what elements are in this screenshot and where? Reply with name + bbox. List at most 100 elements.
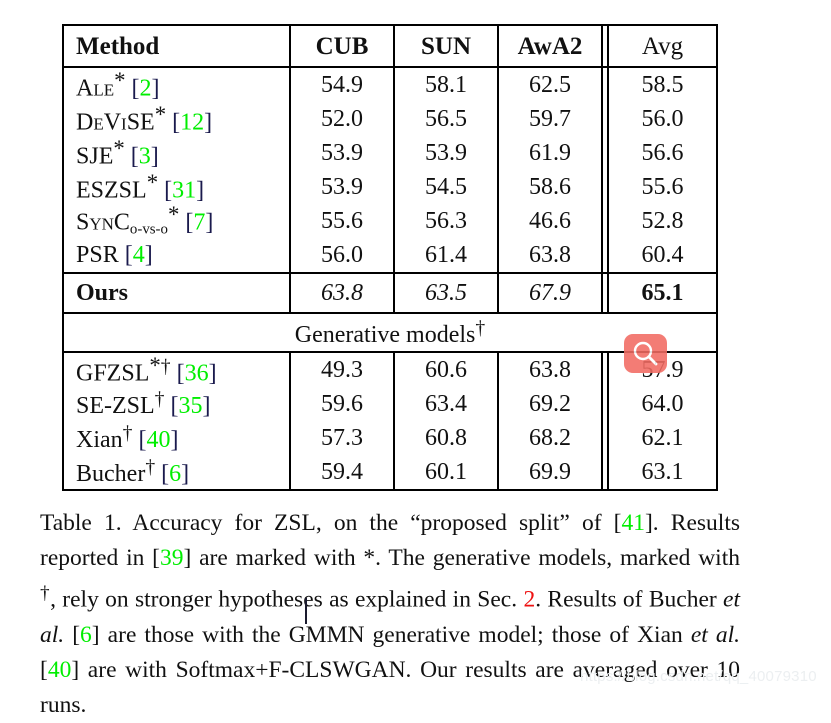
caption-label: Table 1. xyxy=(40,510,122,536)
value-sun: 56.3 xyxy=(394,204,499,238)
section-label: Generative models xyxy=(294,321,476,348)
method-name: Bucher xyxy=(76,460,146,487)
column-header-sun: SUN xyxy=(394,25,499,68)
column-header-awa2: AwA2 xyxy=(498,25,603,68)
citation-ref: 12 xyxy=(180,109,205,136)
value-awa2: 69.2 xyxy=(498,387,603,421)
table-row: SynCo-vs-o* [7] 55.6 56.3 46.6 52.8 xyxy=(63,203,717,238)
value-cub: 57.3 xyxy=(290,421,395,455)
section-ref-2: 2 xyxy=(523,586,536,613)
caption-text-1: Accuracy for ZSL, on the “proposed split… xyxy=(121,510,622,536)
citation-ref: 6 xyxy=(169,460,182,487)
results-table: Method CUB SUN AwA2 Avg Ale* [2] 54.9 58… xyxy=(62,24,718,491)
table-row: ESZSL* [31] 53.9 54.5 58.6 55.6 xyxy=(63,170,717,204)
table-section-header: Generative models† xyxy=(63,313,717,353)
value-sun: 60.8 xyxy=(394,421,499,455)
value-awa2: 62.5 xyxy=(498,67,603,102)
column-header-method: Method xyxy=(63,25,291,68)
method-cell-eszsl: ESZSL* [31] xyxy=(63,170,291,204)
method-name: PSR xyxy=(76,242,119,268)
method-name: GFZSL xyxy=(76,360,150,387)
value-avg: 52.8 xyxy=(607,204,717,238)
caption-etal-2: et al. xyxy=(690,621,740,648)
value-avg: 65.1 xyxy=(607,272,717,314)
value-cub: 59.4 xyxy=(290,455,395,490)
method-cell-se-zsl: SE-ZSL† [35] xyxy=(63,387,291,421)
table-row: Ale* [2] 54.9 58.1 62.5 58.5 xyxy=(63,67,717,102)
method-name: SE-ZSL xyxy=(76,392,155,419)
method-name: Xian xyxy=(76,426,123,453)
value-sun: 60.1 xyxy=(394,455,499,490)
citation-ref: 4 xyxy=(132,242,145,268)
method-cell-ale: Ale* [2] xyxy=(63,67,291,102)
method-cell-xian: Xian† [40] xyxy=(63,421,291,455)
value-sun: 54.5 xyxy=(394,170,499,204)
value-avg: 64.0 xyxy=(607,387,717,421)
value-awa2: 46.6 xyxy=(498,204,603,238)
method-cell-ours: Ours xyxy=(63,272,291,314)
section-label-cell: Generative models† xyxy=(63,313,717,353)
value-cub: 52.0 xyxy=(290,102,395,136)
caption-text-7: ] are those with the GMMN generative mod… xyxy=(91,621,691,648)
section-dagger: † xyxy=(475,316,486,339)
value-sun: 53.9 xyxy=(394,136,499,170)
value-sun: 63.4 xyxy=(394,387,499,421)
table-row: Bucher† [6] 59.4 60.1 69.9 63.1 xyxy=(63,455,717,490)
value-cub: 54.9 xyxy=(290,67,395,102)
value-awa2: 58.6 xyxy=(498,170,603,204)
table-row: Xian† [40] 57.3 60.8 68.2 62.1 xyxy=(63,421,717,455)
text-insertion-caret xyxy=(305,598,307,624)
table-row: DeViSE* [12] 52.0 56.5 59.7 56.0 xyxy=(63,102,717,136)
value-avg: 56.0 xyxy=(607,102,717,136)
value-cub: 49.3 xyxy=(290,352,395,387)
table-row: SE-ZSL† [35] 59.6 63.4 69.2 64.0 xyxy=(63,387,717,421)
table-caption: Table 1. Accuracy for ZSL, on the “propo… xyxy=(40,506,740,723)
value-cub: 53.9 xyxy=(290,136,395,170)
column-header-cub: CUB xyxy=(290,25,395,68)
value-awa2: 63.8 xyxy=(498,238,603,273)
citation-ref-39: 39 xyxy=(159,545,184,571)
method-cell-sje: SJE* [3] xyxy=(63,136,291,170)
value-awa2: 59.7 xyxy=(498,102,603,136)
table-header-row: Method CUB SUN AwA2 Avg xyxy=(63,25,717,68)
value-avg: 62.1 xyxy=(607,421,717,455)
method-name: SJE xyxy=(76,143,114,170)
caption-dagger: † xyxy=(40,583,51,604)
results-table-container: Method CUB SUN AwA2 Avg Ale* [2] 54.9 58… xyxy=(62,24,718,491)
method-cell-sync: SynCo-vs-o* [7] xyxy=(63,203,291,238)
value-awa2: 61.9 xyxy=(498,136,603,170)
table-row: PSR [4] 56.0 61.4 63.8 60.4 xyxy=(63,238,717,273)
value-cub: 53.9 xyxy=(290,170,395,204)
caption-text-8: [ xyxy=(40,656,48,683)
value-cub: 63.8 xyxy=(290,272,395,314)
caption-text-6: [ xyxy=(64,621,81,648)
citation-ref-40: 40 xyxy=(47,656,72,683)
method-cell-psr: PSR [4] xyxy=(63,238,291,273)
citation-ref-41: 41 xyxy=(621,510,645,536)
citation-ref: 31 xyxy=(172,177,197,204)
value-avg: 60.4 xyxy=(607,238,717,273)
value-sun: 63.5 xyxy=(394,272,499,314)
citation-ref: 40 xyxy=(146,426,171,453)
value-sun: 56.5 xyxy=(394,102,499,136)
watermark: https://blog.csdn.net/qq_40079310 xyxy=(580,668,817,685)
caption-text-4: , rely on stronger hypotheses as explain… xyxy=(50,586,524,613)
citation-ref: 7 xyxy=(193,209,206,236)
method-cell-gfzsl: GFZSL*† [36] xyxy=(63,352,291,387)
value-awa2: 68.2 xyxy=(498,421,603,455)
method-cell-devise: DeViSE* [12] xyxy=(63,102,291,136)
value-awa2: 67.9 xyxy=(498,272,603,314)
value-avg: 56.6 xyxy=(607,136,717,170)
citation-ref-6: 6 xyxy=(80,621,92,648)
method-name: ESZSL xyxy=(76,177,147,204)
column-header-avg: Avg xyxy=(607,25,717,68)
value-cub: 59.6 xyxy=(290,387,395,421)
value-sun: 58.1 xyxy=(394,67,499,102)
table-row: SJE* [3] 53.9 53.9 61.9 56.6 xyxy=(63,136,717,170)
value-cub: 55.6 xyxy=(290,204,395,238)
value-sun: 60.6 xyxy=(394,352,499,387)
citation-ref: 3 xyxy=(138,143,151,170)
value-awa2: 69.9 xyxy=(498,455,603,490)
method-cell-bucher: Bucher† [6] xyxy=(63,455,291,490)
value-avg: 58.5 xyxy=(607,67,717,102)
